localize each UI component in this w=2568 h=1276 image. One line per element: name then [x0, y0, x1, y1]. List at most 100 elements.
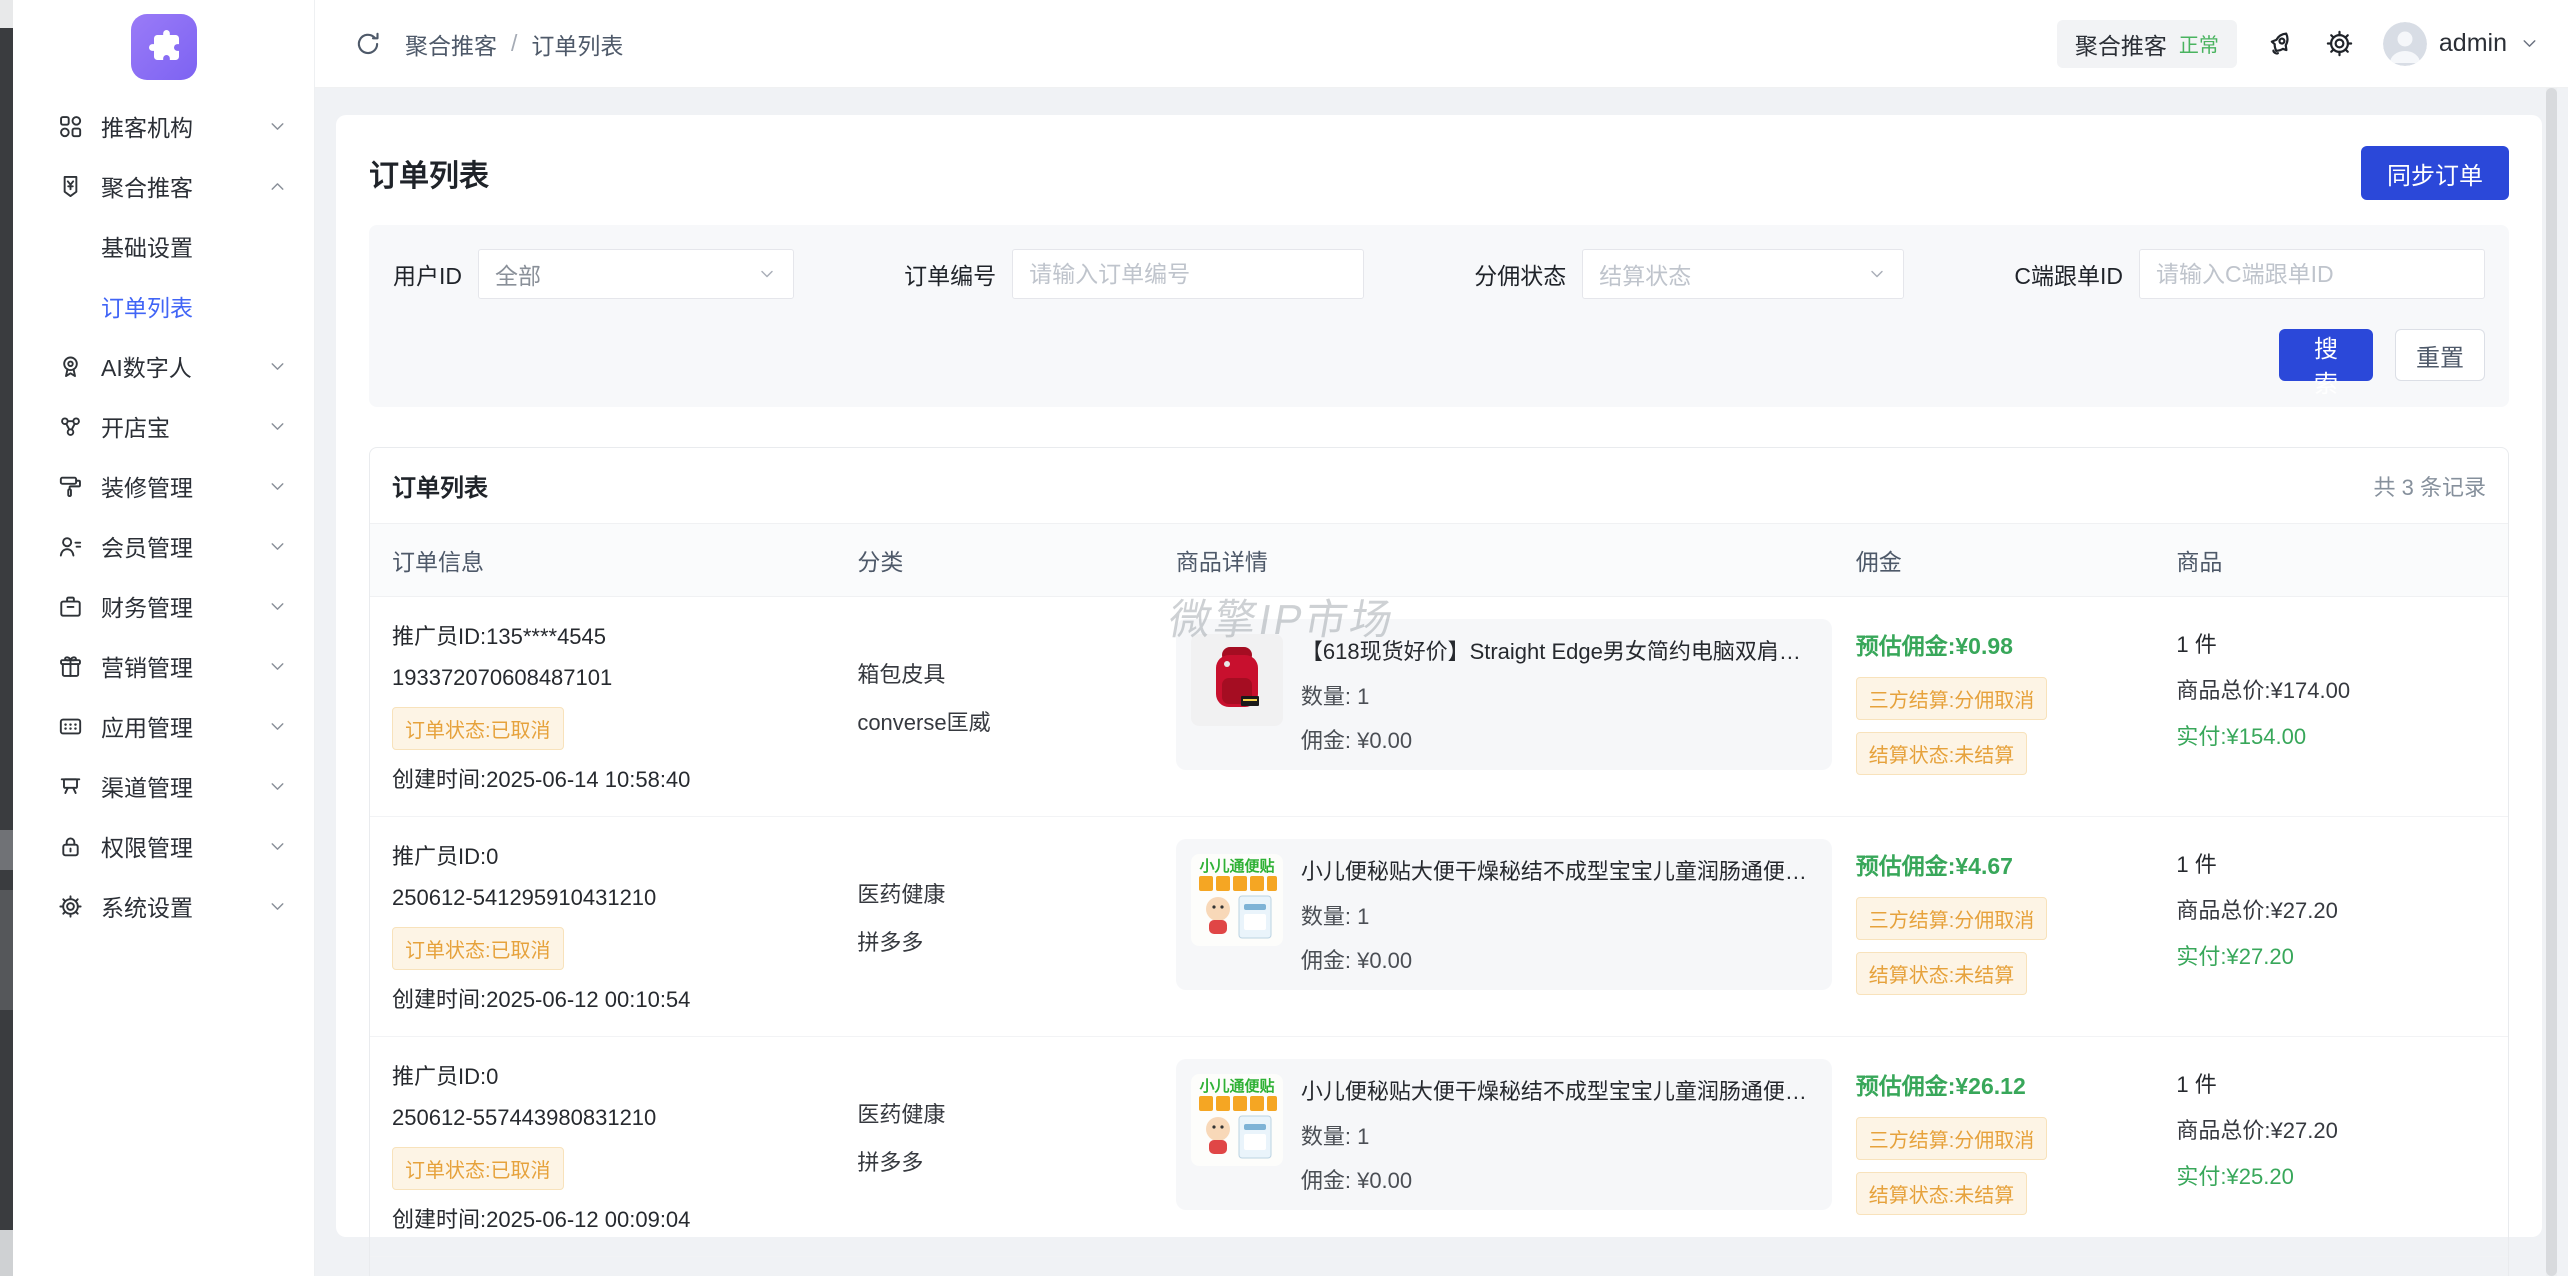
category-name: 箱包皮具	[857, 662, 946, 687]
app-status-badge[interactable]: 聚合推客 正常	[2056, 19, 2237, 68]
sidebar-item-label: 基础设置	[101, 235, 193, 261]
sidebar-item-label: 装修管理	[101, 475, 193, 501]
order-status-badge: 订单状态:已取消	[392, 927, 564, 970]
sidebar-item-members[interactable]: 会员管理	[13, 516, 314, 576]
chevron-down-icon	[267, 896, 288, 917]
column-header-product-detail: 商品详情	[1175, 549, 1268, 575]
sidebar-subitem-basic-settings[interactable]: 基础设置	[13, 216, 314, 276]
product-detail-cell: 小儿通便贴 小儿便秘贴大便干燥秘结不成型宝宝儿童润肠通便排便排胃肠道... 数量…	[1174, 839, 1854, 1014]
product-card: 小儿通便贴 小儿便秘贴大便干燥秘结不成型宝宝儿童润肠通便排便排胃肠道... 数量…	[1175, 839, 1832, 990]
sidebar-item-label: 应用管理	[101, 715, 193, 741]
chevron-down-icon	[757, 264, 777, 284]
table-row: 推广员ID:0 250612-557443980831210 订单状态:已取消 …	[370, 1037, 2508, 1257]
filter-commission-status: 分佣状态 结算状态	[1474, 249, 1905, 299]
goods-cell: 1 件 商品总价:¥27.20 实付:¥25.20	[2174, 1059, 2508, 1234]
scrollbar[interactable]	[2546, 88, 2557, 1276]
product-commission: 佣金: ¥0.00	[1300, 1168, 1413, 1193]
filter-panel: 用户ID 全部 订单编号 分佣状态 结算状态	[369, 225, 2509, 407]
chevron-down-icon	[267, 116, 288, 137]
app-status-text: 正常	[2178, 35, 2219, 57]
user-id-select-value: 全部	[495, 263, 541, 289]
goods-total-price: 商品总价:¥174.00	[2176, 678, 2351, 703]
sidebar-item-system-settings[interactable]: 系统设置	[13, 876, 314, 936]
sidebar-item-finance[interactable]: 财务管理	[13, 576, 314, 636]
breadcrumb-current: 订单列表	[531, 32, 624, 59]
order-no-label: 订单编号	[904, 263, 997, 289]
sidebar-item-apps[interactable]: 应用管理	[13, 696, 314, 756]
sliver-block	[0, 830, 13, 870]
sidebar-subitem-order-list[interactable]: 订单列表	[13, 276, 314, 336]
page-title: 订单列表	[369, 160, 489, 193]
sidebar-item-label: 系统设置	[101, 895, 193, 921]
product-title: 小儿便秘贴大便干燥秘结不成型宝宝儿童润肠通便排便排胃肠道...	[1300, 859, 1812, 884]
medal-icon	[57, 353, 84, 380]
refresh-icon[interactable]	[353, 29, 383, 59]
sidebar-item-ai-digital-human[interactable]: AI数字人	[13, 336, 314, 396]
sidebar-item-aggregate-promoter[interactable]: 聚合推客	[13, 156, 314, 216]
reset-button[interactable]: 重置	[2395, 329, 2485, 381]
chevron-down-icon	[1867, 264, 1887, 284]
product-text: 【618现货好价】Straight Edge男女简约电脑双肩包书包 数量: 1 …	[1301, 634, 1812, 755]
filter-row: 用户ID 全部 订单编号 分佣状态 结算状态	[393, 249, 2485, 299]
commission-cell: 预估佣金:¥0.98 三方结算:分佣取消 结算状态:未结算	[1854, 619, 2175, 794]
commission-status-placeholder: 结算状态	[1599, 263, 1692, 289]
product-detail-cell: 小儿通便贴 小儿便秘贴大便干燥秘结不成型宝宝儿童润肠通便排便排胃肠道... 数量…	[1174, 1059, 1854, 1234]
order-no-input[interactable]	[1012, 249, 1365, 299]
breadcrumb-parent[interactable]: 聚合推客	[405, 27, 497, 61]
commission-status-select[interactable]: 结算状态	[1582, 249, 1905, 299]
rocket-icon[interactable]	[2259, 22, 2301, 64]
table-footer: 显示 1 - 3 条，共 3 条 1 10条/页	[370, 1257, 2508, 1276]
table-card-header: 订单列表 共 3 条记录	[370, 448, 2508, 523]
app-logo[interactable]	[130, 14, 197, 80]
sidebar-item-label: 权限管理	[101, 835, 193, 861]
sidebar-item-permissions[interactable]: 权限管理	[13, 816, 314, 876]
record-count: 共 3 条记录	[2373, 474, 2486, 500]
sidebar-item-label: 聚合推客	[101, 175, 193, 201]
product-image-backpack	[1190, 634, 1283, 726]
sidebar-item-promoter-org[interactable]: 推客机构	[13, 96, 314, 156]
sidebar-item-channels[interactable]: 渠道管理	[13, 756, 314, 816]
lock-icon	[57, 833, 84, 860]
app-badge-name: 聚合推客	[2074, 32, 2167, 59]
product-commission: 佣金: ¥0.00	[1300, 728, 1413, 753]
gear-icon[interactable]	[2324, 28, 2355, 59]
goods-total-price: 商品总价:¥27.20	[2176, 1118, 2338, 1143]
goods-cell: 1 件 商品总价:¥27.20 实付:¥27.20	[2174, 839, 2508, 1014]
scrollbar-thumb[interactable]	[2546, 88, 2557, 1276]
sidebar-item-label: 会员管理	[101, 535, 193, 561]
goods-paid: 实付:¥154.00	[2176, 724, 2307, 749]
sidebar-item-marketing[interactable]: 营销管理	[13, 636, 314, 696]
search-button[interactable]: 搜索	[2279, 329, 2373, 398]
chevron-down-icon	[267, 836, 288, 857]
estimated-commission: 预估佣金:¥4.67	[1855, 853, 2013, 879]
sidebar-item-label: 订单列表	[101, 295, 193, 321]
promoter-id: 推广员ID:135****4545	[392, 624, 607, 649]
finance-box-icon	[57, 593, 84, 620]
goods-count: 1 件	[2176, 1072, 2217, 1097]
sliver-block	[0, 0, 13, 28]
column-header-category: 分类	[857, 549, 904, 575]
settle-status-tag: 结算状态:未结算	[1855, 952, 2028, 995]
sidebar-item-label: AI数字人	[101, 355, 192, 381]
breadcrumb-separator: /	[511, 30, 518, 56]
goods-count: 1 件	[2176, 632, 2217, 657]
org-grid-icon	[57, 113, 84, 140]
product-image-baby-patch: 小儿通便贴	[1190, 854, 1283, 946]
settle-status-tag: 结算状态:未结算	[1855, 1172, 2028, 1215]
user-id-select[interactable]: 全部	[478, 249, 794, 299]
sidebar-item-kaidianbao[interactable]: 开店宝	[13, 396, 314, 456]
estimated-commission: 预估佣金:¥26.12	[1855, 1073, 2026, 1099]
topbar-right: 聚合推客 正常 admin	[2056, 19, 2540, 68]
sidebar-item-decoration[interactable]: 装修管理	[13, 456, 314, 516]
table-header-row: 订单信息 分类 商品详情 佣金 商品	[370, 523, 2508, 597]
column-header-order-info: 订单信息	[392, 549, 484, 575]
order-status-badge: 订单状态:已取消	[392, 1147, 564, 1190]
c-follow-id-input[interactable]	[2139, 249, 2485, 299]
sidebar-item-label: 营销管理	[101, 655, 193, 681]
estimated-commission: 预估佣金:¥0.98	[1855, 633, 2013, 659]
sync-orders-button[interactable]: 同步订单	[2361, 146, 2509, 200]
category-name: 医药健康	[857, 1102, 946, 1127]
order-info-cell: 推广员ID:0 250612-557443980831210 订单状态:已取消 …	[370, 1059, 855, 1234]
app-screen: 推客机构 聚合推客 基础设置 订单列表 AI数字人 开店宝 装修管理 会员管理 …	[0, 0, 2568, 1276]
user-menu[interactable]: admin	[2382, 21, 2540, 66]
